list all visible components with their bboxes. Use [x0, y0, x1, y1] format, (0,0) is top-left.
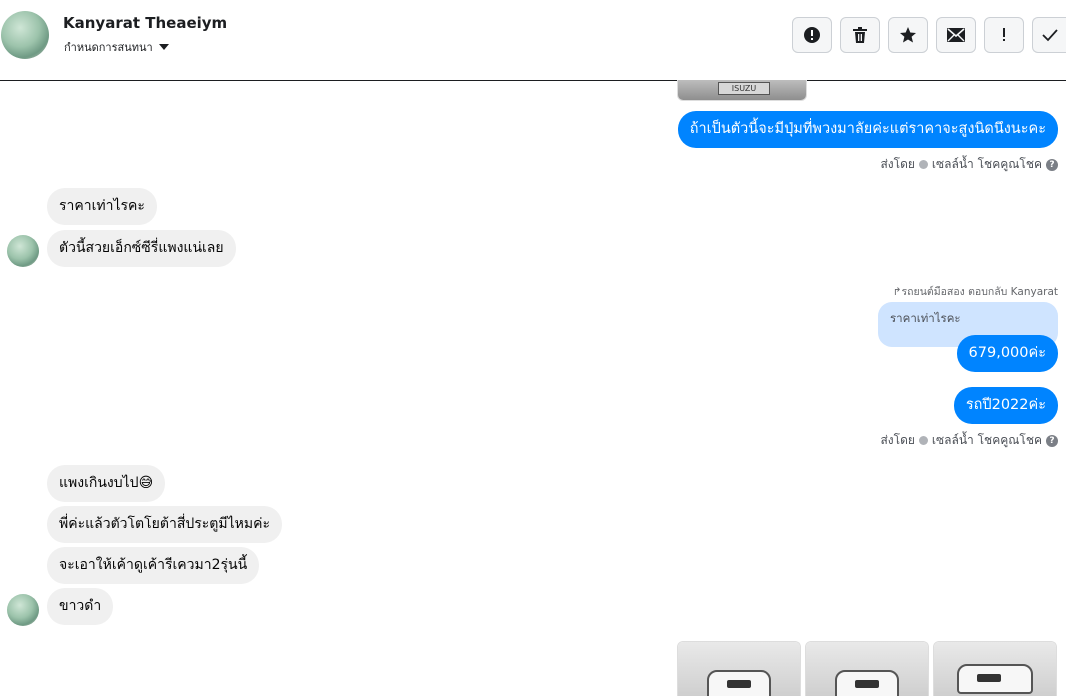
- contact-avatar-small[interactable]: [7, 235, 39, 267]
- outgoing-message[interactable]: 679,000ค่ะ: [956, 335, 1058, 372]
- spam-button[interactable]: [792, 17, 832, 53]
- incoming-message[interactable]: พี่ค่ะแล้วตัวโตโยต้าสี่ประตูมีไหมค่ะ: [47, 506, 282, 543]
- follow-up-button[interactable]: [984, 17, 1024, 53]
- sender-name[interactable]: เซลล์น้ำ โชคคูณโชค: [932, 155, 1042, 174]
- incoming-message[interactable]: ตัวนี้สวยเอ็กซ์ซีรี่แพงแน่เลย: [47, 230, 236, 267]
- verified-icon: [918, 436, 928, 445]
- help-icon[interactable]: ?: [1046, 158, 1058, 171]
- contact-name[interactable]: Kanyarat Theaeiym: [63, 14, 227, 32]
- reply-header-text: รถยนต์มือสอง ตอบกลับ Kanyarat: [901, 286, 1058, 298]
- car-image: [957, 664, 1033, 694]
- contact-avatar-small[interactable]: [7, 594, 39, 626]
- sender-name[interactable]: เซลล์น้ำ โชคคูณโชค: [932, 431, 1042, 450]
- help-icon[interactable]: ?: [1046, 434, 1058, 447]
- incoming-message[interactable]: จะเอาให้เค้าดูเค้ารีเควมา2รุ่นนี้: [47, 547, 260, 584]
- outgoing-message[interactable]: รถปี2022ค่ะ: [953, 387, 1058, 424]
- car-photo[interactable]: [677, 641, 801, 696]
- mark-unread-button[interactable]: [936, 17, 976, 53]
- car-plate: ISUZU: [718, 82, 770, 95]
- sent-by-label: ส่งโดย: [880, 157, 915, 171]
- contact-avatar[interactable]: [1, 11, 49, 59]
- delete-button[interactable]: [840, 17, 880, 53]
- verified-icon: [918, 160, 928, 169]
- car-photo[interactable]: [805, 641, 929, 696]
- conversation-settings-label: กำหนดการสนทนา: [64, 41, 153, 54]
- sent-by-info: ส่งโดย เซลล์น้ำ โชคคูณโชค ?: [880, 431, 1058, 450]
- outgoing-message[interactable]: ถ้าเป็นตัวนี้จะมีปุ่มที่พวงมาลัยค่ะแต่รา…: [677, 111, 1058, 148]
- car-image: [707, 670, 771, 696]
- incoming-message[interactable]: แพงเกินงบไป😅: [47, 465, 166, 502]
- trash-icon: [853, 27, 867, 43]
- incoming-message[interactable]: ขาวดำ: [47, 588, 114, 625]
- conversation-header: Kanyarat Theaeiym กำหนดการสนทนา: [0, 0, 1066, 81]
- car-photo[interactable]: ISUZU: [677, 80, 807, 101]
- conversation-settings[interactable]: กำหนดการสนทนา: [64, 38, 169, 56]
- star-icon: [900, 27, 916, 43]
- star-button[interactable]: [888, 17, 928, 53]
- car-image: [835, 670, 899, 696]
- incoming-message[interactable]: ราคาเท่าไรคะ: [47, 188, 157, 225]
- check-icon: [1041, 29, 1058, 42]
- alert-circle-icon: [804, 27, 820, 43]
- sent-by-label: ส่งโดย: [880, 433, 915, 447]
- reply-header: ↱รถยนต์มือสอง ตอบกลับ Kanyarat: [893, 283, 1058, 300]
- reply-arrow-icon: ↱: [892, 286, 902, 298]
- chevron-down-icon: [158, 44, 169, 50]
- sent-by-info: ส่งโดย เซลล์น้ำ โชคคูณโชค ?: [880, 155, 1058, 174]
- car-photo[interactable]: [933, 641, 1057, 696]
- exclamation-icon: [1003, 28, 1005, 41]
- mail-icon: [947, 28, 965, 42]
- done-button[interactable]: [1032, 17, 1066, 53]
